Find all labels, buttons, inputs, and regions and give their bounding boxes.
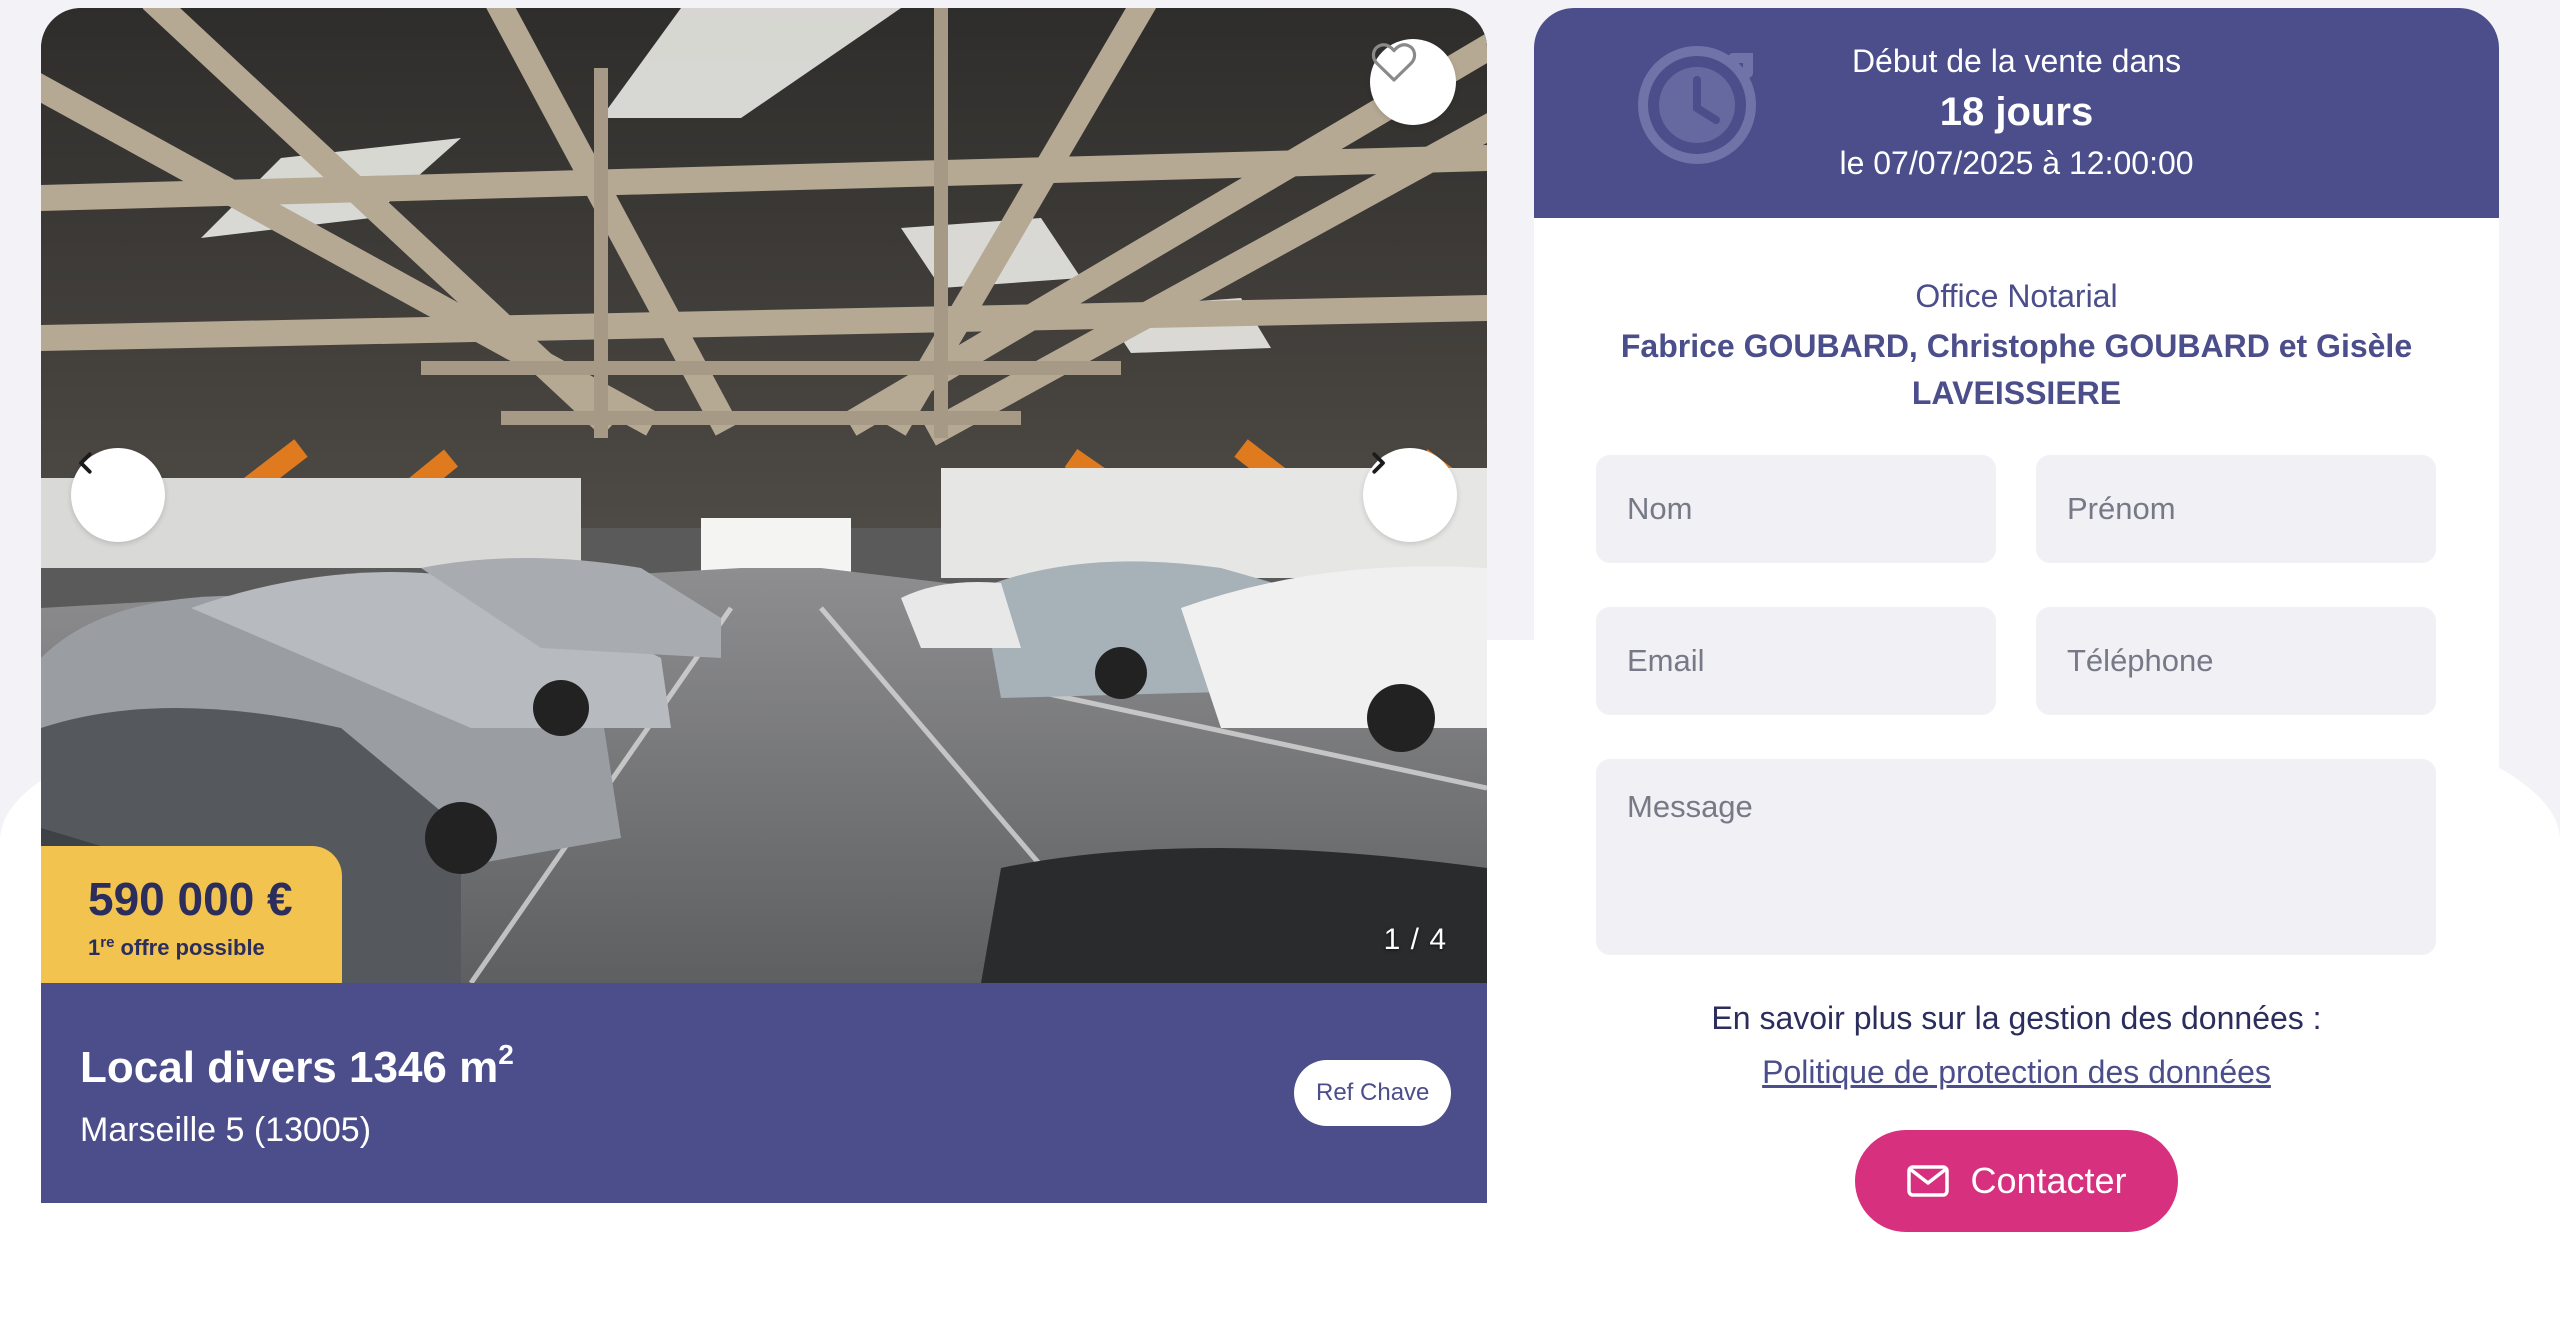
favorite-button[interactable] — [1370, 39, 1456, 125]
price-value: 590 000 € — [88, 873, 293, 925]
email-field[interactable] — [1596, 607, 1996, 715]
price-note-sup: re — [100, 934, 115, 951]
ref-badge[interactable]: Ref Chave — [1294, 1060, 1452, 1126]
contact-button-label: Contacter — [1970, 1160, 2127, 1201]
listing-card: 1 / 4 590 000 € 1re offre possible Local… — [41, 8, 1487, 1268]
sale-label: Début de la vente dans — [1851, 43, 2182, 79]
mail-icon — [1907, 1165, 1950, 1197]
price-note-suffix: offre possible — [114, 935, 265, 960]
listing-title: Local divers 1346 m2 — [80, 1039, 514, 1093]
contact-button[interactable]: Contacter — [1855, 1130, 2178, 1232]
nom-field[interactable] — [1596, 455, 1996, 563]
listing-photo[interactable]: 1 / 4 590 000 € 1re offre possible — [41, 8, 1487, 983]
privacy-text: En savoir plus sur la gestion des donnée… — [1711, 1000, 2322, 1036]
contact-card: Début de la vente dans 18 jours le 07/07… — [1534, 8, 2499, 1268]
message-field[interactable] — [1596, 759, 2436, 955]
listing-info-band: Local divers 1346 m2 Marseille 5 (13005)… — [41, 983, 1487, 1203]
sale-date: le 07/07/2025 à 12:00:00 — [1839, 145, 2194, 181]
heart-outline-icon — [1371, 43, 1417, 82]
listing-title-sup: 2 — [498, 1039, 514, 1070]
price-tag: 590 000 € 1re offre possible — [41, 846, 342, 983]
parking-garage-illustration — [41, 8, 1487, 983]
sale-countdown-header: Début de la vente dans 18 jours le 07/07… — [1534, 8, 2499, 218]
sale-days: 18 jours — [1939, 90, 2094, 134]
price-note-prefix: 1 — [88, 935, 101, 960]
listing-location: Marseille 5 (13005) — [80, 1111, 372, 1149]
prenom-field[interactable] — [2036, 455, 2436, 563]
telephone-field[interactable] — [2036, 607, 2436, 715]
previous-photo-button[interactable] — [71, 448, 165, 542]
privacy-policy-link[interactable]: Politique de protection des données — [1534, 1054, 2499, 1091]
chevron-left-icon — [79, 452, 92, 474]
office-type: Office Notarial — [1915, 278, 2118, 314]
office-name: Fabrice GOUBARD, Christophe GOUBARD et G… — [1620, 328, 2413, 411]
chevron-right-icon — [1372, 452, 1385, 474]
price-note: 1re offre possible — [88, 934, 342, 961]
next-photo-button[interactable] — [1363, 448, 1457, 542]
listing-title-text: Local divers 1346 m — [80, 1043, 499, 1092]
photo-counter: 1 / 4 — [1383, 923, 1447, 956]
